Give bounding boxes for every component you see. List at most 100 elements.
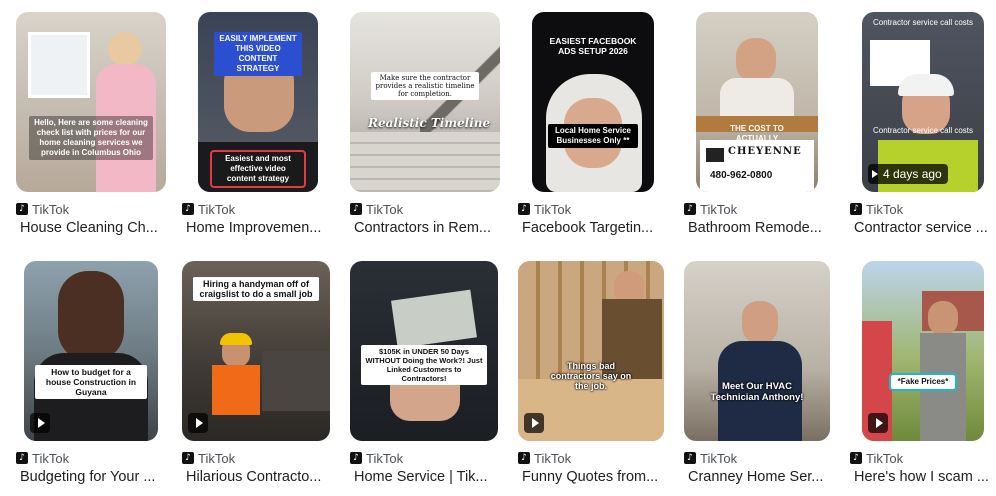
result-title[interactable]: Contractor service ... [854, 220, 996, 236]
result-title[interactable]: Budgeting for Your ... [20, 469, 166, 485]
video-caption: How to budget for a house Construction i… [35, 365, 147, 399]
video-caption: Meet Our HVAC Technician Anthony! [710, 381, 804, 403]
play-icon[interactable] [524, 413, 544, 433]
source-label: TikTok [366, 201, 404, 217]
result-title[interactable]: Contractors in Rem... [354, 220, 500, 236]
result-card[interactable]: $105K in UNDER 50 Days WITHOUT Doing the… [350, 261, 500, 485]
result-source: ♪ TikTok [684, 450, 738, 466]
result-source: ♪ TikTok [350, 201, 404, 217]
source-label: TikTok [198, 201, 236, 217]
source-label: TikTok [700, 450, 738, 466]
result-card[interactable]: Things bad contractors say on the job. ♪… [518, 261, 668, 485]
video-thumbnail[interactable]: EASIEST FACEBOOK ADS SETUP 2026 Local Ho… [532, 12, 654, 192]
person-face [736, 38, 776, 82]
source-label: TikTok [366, 450, 404, 466]
result-title[interactable]: Home Improvemen... [186, 220, 332, 236]
tiktok-icon: ♪ [518, 452, 530, 464]
video-caption-secondary: Contractor service call costs [872, 126, 974, 135]
source-label: TikTok [700, 201, 738, 217]
window-shape [28, 32, 90, 98]
video-thumbnail[interactable]: *Fake Prices* [862, 261, 984, 441]
video-thumbnail[interactable]: Hiring a handyman off of craigslist to d… [182, 261, 330, 441]
video-thumbnail[interactable]: THE COST TO ACTUALLY CHEYENNE 480-962-08… [696, 12, 818, 192]
video-caption: EASIEST FACEBOOK ADS SETUP 2026 [549, 36, 637, 56]
video-thumbnail[interactable]: Meet Our HVAC Technician Anthony! [684, 261, 830, 441]
video-caption: EASILY IMPLEMENT THIS VIDEO CONTENT STRA… [214, 32, 302, 76]
video-caption: Hello, Here are some cleaning check list… [29, 116, 153, 160]
video-thumbnail[interactable]: How to budget for a house Construction i… [24, 261, 158, 441]
video-age: 4 days ago [883, 167, 942, 181]
tiktok-icon: ♪ [850, 452, 862, 464]
tiktok-icon: ♪ [350, 203, 362, 215]
video-thumbnail[interactable]: Contractor service call costs Contractor… [862, 12, 984, 192]
cap-shape [898, 74, 954, 96]
grill-shape [262, 351, 330, 411]
video-caption-secondary: Easiest and most effective video content… [210, 150, 306, 188]
person-face [742, 301, 778, 343]
video-caption: Contractor service call costs [872, 18, 974, 27]
video-caption: Hiring a handyman off of craigslist to d… [193, 277, 319, 301]
video-caption: Make sure the contractor provides a real… [371, 72, 479, 100]
source-label: TikTok [198, 450, 236, 466]
result-source: ♪ TikTok [850, 201, 904, 217]
hard-hat [220, 333, 252, 345]
result-card[interactable]: EASILY IMPLEMENT THIS VIDEO CONTENT STRA… [182, 12, 332, 236]
result-card[interactable]: Meet Our HVAC Technician Anthony! ♪ TikT… [684, 261, 834, 485]
result-card[interactable]: THE COST TO ACTUALLY CHEYENNE 480-962-08… [684, 12, 834, 236]
result-title[interactable]: Home Service | Tik... [354, 469, 500, 485]
video-thumbnail[interactable]: $105K in UNDER 50 Days WITHOUT Doing the… [350, 261, 498, 441]
result-source: ♪ TikTok [518, 450, 572, 466]
video-thumbnail[interactable]: Things bad contractors say on the job. [518, 261, 664, 441]
safety-vest [212, 365, 260, 415]
person-face [58, 271, 124, 361]
video-caption: Things bad contractors say on the job. [550, 361, 632, 391]
result-title[interactable]: Here's how I scam ... [854, 469, 996, 485]
result-card[interactable]: Make sure the contractor provides a real… [350, 12, 500, 236]
sign-company: CHEYENNE [728, 146, 802, 157]
result-source: ♪ TikTok [350, 450, 404, 466]
result-source: ♪ TikTok [518, 201, 572, 217]
result-title[interactable]: House Cleaning Ch... [20, 220, 166, 236]
result-source: ♪ TikTok [684, 201, 738, 217]
play-icon [872, 170, 878, 178]
sign-phone: 480-962-0800 [710, 170, 773, 181]
tiktok-icon: ♪ [182, 452, 194, 464]
video-thumbnail[interactable]: EASILY IMPLEMENT THIS VIDEO CONTENT STRA… [198, 12, 318, 192]
hammer-icon [706, 148, 724, 162]
source-label: TikTok [866, 201, 904, 217]
result-card[interactable]: Hello, Here are some cleaning check list… [16, 12, 166, 236]
source-label: TikTok [534, 201, 572, 217]
result-card[interactable]: Hiring a handyman off of craigslist to d… [182, 261, 332, 485]
stairs [350, 132, 500, 192]
tiktok-icon: ♪ [350, 452, 362, 464]
result-title[interactable]: Bathroom Remode... [688, 220, 834, 236]
result-source: ♪ TikTok [182, 450, 236, 466]
result-card[interactable]: *Fake Prices* ♪ TikTok Here's how I scam… [850, 261, 996, 485]
tiktok-icon: ♪ [16, 452, 28, 464]
video-caption-secondary: Local Home Service Businesses Only ** [548, 124, 638, 148]
source-label: TikTok [534, 450, 572, 466]
result-source: ♪ TikTok [16, 451, 69, 466]
result-source: ♪ TikTok [850, 450, 904, 466]
person-head [108, 32, 142, 66]
result-title[interactable]: Cranney Home Ser... [688, 469, 834, 485]
result-title[interactable]: Facebook Targetin... [522, 220, 668, 236]
source-label: TikTok [866, 450, 904, 466]
result-source: ♪ TikTok [182, 201, 236, 217]
video-caption: $105K in UNDER 50 Days WITHOUT Doing the… [361, 345, 487, 385]
play-icon[interactable] [188, 413, 208, 433]
result-title[interactable]: Hilarious Contracto... [186, 469, 332, 485]
video-thumbnail[interactable]: Hello, Here are some cleaning check list… [16, 12, 166, 192]
result-card[interactable]: Contractor service call costs Contractor… [850, 12, 996, 236]
result-card[interactable]: EASIEST FACEBOOK ADS SETUP 2026 Local Ho… [518, 12, 668, 236]
result-title[interactable]: Funny Quotes from... [522, 469, 668, 485]
tiktok-icon: ♪ [684, 452, 696, 464]
source-label: TikTok [32, 201, 70, 217]
tiktok-icon: ♪ [518, 203, 530, 215]
result-card[interactable]: How to budget for a house Construction i… [16, 261, 166, 485]
video-thumbnail[interactable]: Make sure the contractor provides a real… [350, 12, 500, 192]
tiktok-icon: ♪ [850, 203, 862, 215]
video-caption: *Fake Prices* [889, 373, 957, 391]
play-icon[interactable] [868, 413, 888, 433]
play-icon[interactable] [30, 413, 50, 433]
